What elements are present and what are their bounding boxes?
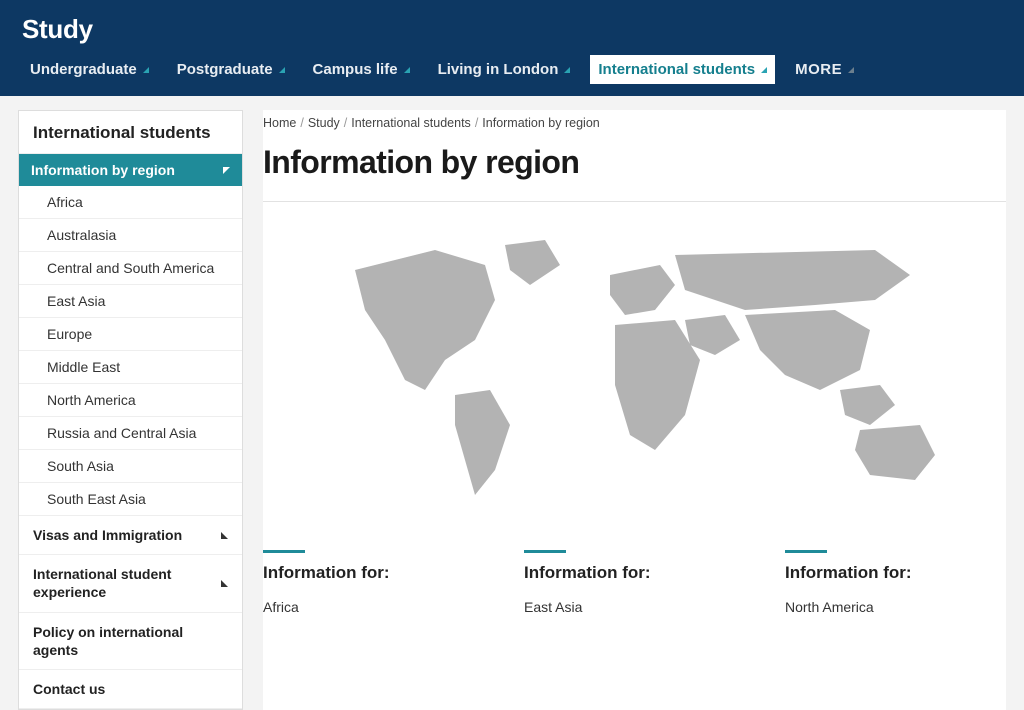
breadcrumb-item[interactable]: International students xyxy=(351,116,471,130)
column-title: Information for: xyxy=(263,563,484,583)
column-title: Information for: xyxy=(524,563,745,583)
nav-label: International students xyxy=(598,61,755,78)
region-link-east-asia[interactable]: East Asia xyxy=(524,599,745,615)
nav-label: Postgraduate xyxy=(177,61,273,78)
world-map[interactable] xyxy=(315,230,955,510)
region-link-africa[interactable]: Africa xyxy=(263,599,484,615)
sidebar-selected-item[interactable]: Information by region xyxy=(19,154,242,186)
dropdown-icon xyxy=(404,67,410,73)
sidebar-region-south-east-asia[interactable]: South East Asia xyxy=(19,483,242,516)
sidebar-selected-label: Information by region xyxy=(31,162,175,178)
sidebar-region-central-and-south-america[interactable]: Central and South America xyxy=(19,252,242,285)
nav-item-undergraduate[interactable]: Undergraduate xyxy=(22,55,157,84)
breadcrumb-item[interactable]: Study xyxy=(308,116,340,130)
sidebar-item-label: International student experience xyxy=(33,565,221,601)
dropdown-icon xyxy=(279,67,285,73)
breadcrumb: Home / Study / International students / Inform… xyxy=(263,110,1006,144)
dropdown-icon xyxy=(143,67,149,73)
page-body: International students Information by re… xyxy=(0,96,1024,710)
nav-item-campus-life[interactable]: Campus life xyxy=(305,55,418,84)
info-column: Information for: East Asia xyxy=(524,550,745,629)
sidebar-region-russia-and-central-asia[interactable]: Russia and Central Asia xyxy=(19,417,242,450)
nav-item-international-students[interactable]: International students xyxy=(590,55,775,84)
breadcrumb-separator: / xyxy=(475,116,478,130)
sidebar-item-visas-and-immigration[interactable]: Visas and Immigration xyxy=(19,516,242,555)
sidebar-item-policy-on-international-agents[interactable]: Policy on international agents xyxy=(19,613,242,670)
nav-item-living-in-london[interactable]: Living in London xyxy=(430,55,579,84)
main-content: Home / Study / International students / Inform… xyxy=(263,110,1006,710)
sidebar-item-label: Policy on international agents xyxy=(33,623,228,659)
breadcrumb-separator: / xyxy=(300,116,303,130)
nav-label: Campus life xyxy=(313,61,398,78)
sidebar-item-label: Contact us xyxy=(33,680,105,698)
sidebar-region-south-asia[interactable]: South Asia xyxy=(19,450,242,483)
nav-item-more[interactable]: MORE xyxy=(787,55,862,84)
sidebar-region-east-asia[interactable]: East Asia xyxy=(19,285,242,318)
header: Study Undergraduate Postgraduate Campus li… xyxy=(0,0,1024,96)
info-columns: Information for: Africa Information for: Ea… xyxy=(263,550,1006,629)
sidebar-region-africa[interactable]: Africa xyxy=(19,186,242,219)
breadcrumb-separator: / xyxy=(344,116,347,130)
sidebar-region-middle-east[interactable]: Middle East xyxy=(19,351,242,384)
dropdown-icon xyxy=(564,67,570,73)
nav-label: Living in London xyxy=(438,61,559,78)
column-title: Information for: xyxy=(785,563,1006,583)
region-link-north-america[interactable]: North America xyxy=(785,599,1006,615)
breadcrumb-item[interactable]: Home xyxy=(263,116,296,130)
accent-bar xyxy=(263,550,305,553)
dropdown-icon xyxy=(848,67,854,73)
nav-label: MORE xyxy=(795,61,842,78)
info-column: Information for: Africa xyxy=(263,550,484,629)
accent-bar xyxy=(524,550,566,553)
sidebar-region-north-america[interactable]: North America xyxy=(19,384,242,417)
sidebar-region-europe[interactable]: Europe xyxy=(19,318,242,351)
sidebar-region-australasia[interactable]: Australasia xyxy=(19,219,242,252)
sidebar: International students Information by re… xyxy=(18,110,243,710)
chevron-down-icon xyxy=(223,167,230,174)
accent-bar xyxy=(785,550,827,553)
sidebar-item-contact-us[interactable]: Contact us xyxy=(19,670,242,709)
top-nav: Undergraduate Postgraduate Campus life Livi… xyxy=(22,55,1002,96)
info-column: Information for: North America xyxy=(785,550,1006,629)
nav-item-postgraduate[interactable]: Postgraduate xyxy=(169,55,293,84)
page-title: Information by region xyxy=(263,144,1006,202)
nav-label: Undergraduate xyxy=(30,61,137,78)
sidebar-item-label: Visas and Immigration xyxy=(33,526,182,544)
header-title: Study xyxy=(22,14,1002,45)
sidebar-title: International students xyxy=(19,111,242,154)
dropdown-icon xyxy=(761,67,767,73)
expand-icon xyxy=(221,532,228,539)
sidebar-item-international-student-experience[interactable]: International student experience xyxy=(19,555,242,612)
breadcrumb-item: Information by region xyxy=(482,116,599,130)
expand-icon xyxy=(221,580,228,587)
